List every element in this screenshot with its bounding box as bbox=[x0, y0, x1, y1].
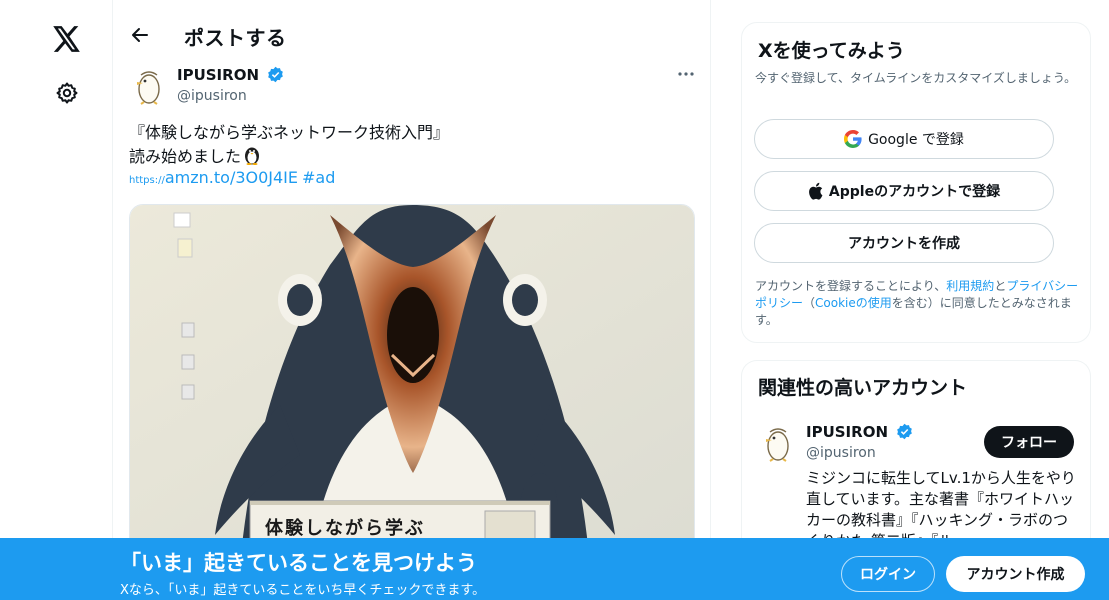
verified-badge-icon bbox=[896, 423, 913, 444]
page-title: ポストする bbox=[184, 26, 287, 50]
related-handle[interactable]: @ipusiron bbox=[806, 445, 876, 461]
signup-banner: 「いま」起きていることを見つけよう Xなら、「いま」起きていることをいち早くチェ… bbox=[0, 538, 1109, 600]
google-signup-label: Google で登録 bbox=[868, 132, 964, 148]
terms-link[interactable]: 利用規約 bbox=[946, 279, 994, 293]
tweet-image[interactable]: 体験しながら学ぶ bbox=[129, 204, 695, 564]
x-logo-icon[interactable] bbox=[48, 20, 86, 58]
apple-signup-label: Appleのアカウントで登録 bbox=[828, 184, 1001, 200]
apple-signup-button[interactable]: Appleのアカウントで登録 bbox=[754, 171, 1054, 211]
tweet-link[interactable]: https://amzn.to/3O0J4IE #ad bbox=[129, 168, 335, 187]
tweet-text: 『体験しながら学ぶネットワーク技術入門』 読み始めました bbox=[129, 121, 449, 172]
tweet-text-line-1: 『体験しながら学ぶネットワーク技術入門』 bbox=[129, 123, 450, 142]
link-protocol: https:// bbox=[129, 175, 165, 186]
author-name-text: IPUSIRON bbox=[177, 66, 259, 84]
banner-title: 「いま」起きていることを見つけよう bbox=[120, 551, 477, 575]
link-url[interactable]: amzn.to/3O0J4IE bbox=[165, 168, 298, 187]
avatar[interactable] bbox=[129, 66, 169, 106]
tweet-image-caption: 体験しながら学ぶ bbox=[265, 518, 425, 539]
cookie-link[interactable]: Cookieの使用 bbox=[815, 296, 892, 310]
left-nav bbox=[0, 0, 112, 600]
author-handle[interactable]: @ipusiron bbox=[177, 88, 247, 104]
create-account-button[interactable]: アカウントを作成 bbox=[754, 223, 1054, 263]
legal-open-paren: （ bbox=[803, 296, 816, 310]
related-name-text: IPUSIRON bbox=[806, 423, 888, 441]
legal-text: アカウントを登録することにより、利用規約とプライバシーポリシー（Cookieの使… bbox=[755, 278, 1081, 329]
back-arrow-icon[interactable] bbox=[125, 20, 155, 50]
create-account-label: アカウントを作成 bbox=[848, 236, 960, 252]
signup-subtitle: 今すぐ登録して、タイムラインをカスタマイズしましょう。 bbox=[755, 71, 1077, 85]
main-column: ポストする IPUSIRON @ipusiron 『体験しながら学ぶネットワーク… bbox=[112, 0, 711, 600]
signup-card: Xを使ってみよう 今すぐ登録して、タイムラインをカスタマイズしましょう。 Goo… bbox=[741, 22, 1091, 343]
related-name[interactable]: IPUSIRON bbox=[806, 423, 913, 444]
related-avatar[interactable] bbox=[758, 423, 798, 463]
signup-button[interactable]: アカウント作成 bbox=[946, 556, 1085, 592]
author-name[interactable]: IPUSIRON bbox=[177, 66, 284, 87]
more-icon[interactable] bbox=[673, 64, 699, 84]
google-signup-button[interactable]: Google で登録 bbox=[754, 119, 1054, 159]
tweet-text-line-2-text: 読み始めました bbox=[129, 147, 242, 166]
hashtag-link[interactable]: #ad bbox=[302, 168, 335, 187]
banner-subtitle: Xなら、「いま」起きていることをいち早くチェックできます。 bbox=[120, 583, 486, 598]
tweet-image-art bbox=[130, 205, 694, 563]
signup-title: Xを使ってみよう bbox=[758, 40, 905, 62]
apple-icon bbox=[808, 182, 823, 200]
verified-badge-icon bbox=[267, 66, 284, 87]
gear-icon[interactable] bbox=[50, 76, 84, 110]
page-header: ポストする bbox=[113, 0, 710, 53]
google-icon bbox=[844, 130, 862, 148]
legal-prefix: アカウントを登録することにより、 bbox=[755, 279, 947, 293]
legal-and: と bbox=[994, 279, 1007, 293]
related-title: 関連性の高いアカウント bbox=[758, 377, 968, 399]
login-button[interactable]: ログイン bbox=[841, 556, 935, 592]
follow-button[interactable]: フォロー bbox=[984, 426, 1074, 458]
